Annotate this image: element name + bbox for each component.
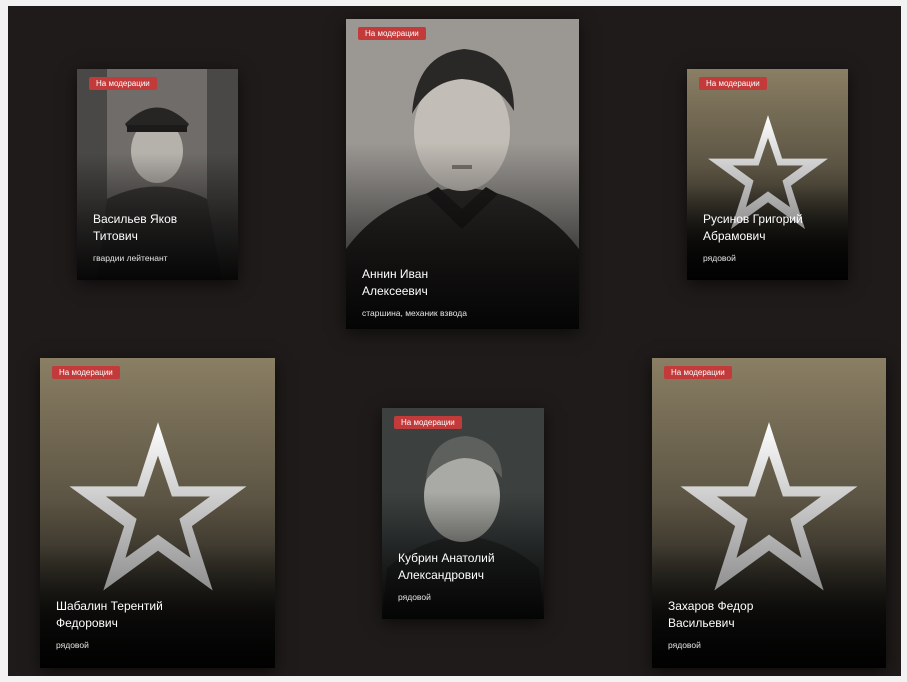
hero-rank: рядовой (703, 253, 736, 263)
hero-surname-name: Аннин Иван (362, 267, 429, 281)
moderation-badge: На модерации (664, 366, 732, 379)
hero-card-annin[interactable]: На модерации Аннин Иван Алексеевич старш… (346, 19, 579, 329)
hero-name: Русинов Григорий Абрамович (703, 211, 836, 245)
memorial-gallery: На модерации Васильев Яков Титович гвард… (8, 6, 901, 676)
hero-rank: рядовой (668, 640, 701, 650)
moderation-badge: На модерации (394, 416, 462, 429)
army-star-icon (69, 422, 247, 591)
hero-card-rusinov[interactable]: На модерации Русинов Григорий Абрамович … (687, 69, 848, 280)
hero-card-shabalin[interactable]: На модерации Шабалин Терентий Федорович … (40, 358, 275, 668)
moderation-badge: На модерации (358, 27, 426, 40)
hero-rank: рядовой (56, 640, 89, 650)
soldier-portrait-image (382, 408, 544, 619)
hero-patronymic: Титович (93, 229, 138, 243)
hero-name: Кубрин Анатолий Александрович (398, 550, 532, 584)
hero-patronymic: Александрович (398, 568, 485, 582)
hero-surname-name: Русинов Григорий (703, 212, 803, 226)
hero-card-zakharov[interactable]: На модерации Захаров Федор Васильевич ря… (652, 358, 886, 668)
hero-surname-name: Васильев Яков (93, 212, 178, 226)
moderation-badge: На модерации (699, 77, 767, 90)
hero-patronymic: Федорович (56, 616, 118, 630)
hero-card-kubrin[interactable]: На модерации Кубрин Анатолий Александров… (382, 408, 544, 619)
moderation-badge: На модерации (52, 366, 120, 379)
hero-name: Захаров Федор Васильевич (668, 598, 874, 632)
army-star-icon (680, 422, 858, 591)
hero-surname-name: Захаров Федор (668, 599, 754, 613)
moderation-badge: На модерации (89, 77, 157, 90)
hero-name: Шабалин Терентий Федорович (56, 598, 263, 632)
hero-name: Васильев Яков Титович (93, 211, 226, 245)
hero-rank: старшина, механик взвода (362, 308, 467, 318)
hero-name: Аннин Иван Алексеевич (362, 266, 567, 300)
hero-card-vasiliev[interactable]: На модерации Васильев Яков Титович гвард… (77, 69, 238, 280)
hero-rank: гвардии лейтенант (93, 253, 168, 263)
soldier-portrait-image (77, 69, 238, 280)
hero-surname-name: Шабалин Терентий (56, 599, 163, 613)
hero-rank: рядовой (398, 592, 431, 602)
hero-patronymic: Абрамович (703, 229, 766, 243)
hero-surname-name: Кубрин Анатолий (398, 551, 495, 565)
hero-patronymic: Васильевич (668, 616, 735, 630)
hero-patronymic: Алексеевич (362, 284, 428, 298)
